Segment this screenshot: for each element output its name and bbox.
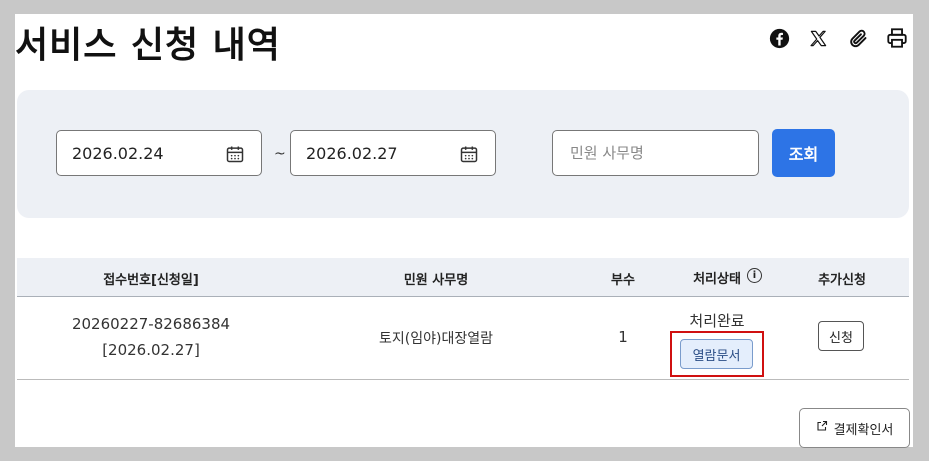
service-name-field[interactable] [552,130,759,176]
x-icon [807,27,829,49]
x-share-button[interactable] [807,26,829,50]
print-icon [886,27,908,49]
table-header: 접수번호[신청일] 민원 사무명 부수 처리상태 i 추가신청 [17,258,909,297]
page: 서비스 신청 내역 2026.02.24 ~ 2026.02.27 민원 사무명… [15,14,913,448]
search-filter-panel: 2026.02.24 ~ 2026.02.27 조회 [17,90,909,218]
service-name: 토지(임야)대장열람 [379,331,493,347]
external-link-icon [816,420,828,436]
page-title: 서비스 신청 내역 [15,25,281,66]
attachment-icon [847,27,869,49]
applied-date: [2026.02.27] [102,341,200,359]
status-value: 처리완료 [689,312,745,330]
search-button[interactable]: 조회 [772,129,835,177]
application-table: 접수번호[신청일] 민원 사무명 부수 처리상태 i 추가신청 20260227-… [17,258,909,380]
payment-confirmation-label: 결제확인서 [833,422,894,438]
header-extra: 추가신청 [818,273,866,288]
attachment-button[interactable] [847,26,869,50]
service-name-input[interactable] [568,143,743,163]
facebook-button[interactable] [768,26,790,50]
date-separator: ~ [274,146,286,162]
highlight-box [670,331,764,377]
end-date-value: 2026.02.27 [306,143,398,163]
table-row: 20260227-82686384 [2026.02.27] 토지(임야)대장열… [17,297,909,380]
header-receipt: 접수번호[신청일] [103,273,199,288]
header-status-label: 처리상태 [693,272,741,287]
additional-apply-button[interactable]: 신청 [818,321,864,351]
calendar-icon[interactable] [459,144,479,168]
start-date-field[interactable]: 2026.02.24 [56,130,262,176]
info-icon: i [746,268,762,283]
copies-value: 1 [618,328,628,346]
header-service: 민원 사무명 [403,273,469,288]
header-copies: 부수 [611,273,635,288]
end-date-field[interactable]: 2026.02.27 [290,130,496,176]
start-date-value: 2026.02.24 [72,143,164,163]
payment-confirmation-button[interactable]: 결제확인서 [799,408,910,448]
facebook-icon [768,27,790,49]
receipt-number: 20260227-82686384 [71,315,231,333]
header-status: 처리상태 i [659,268,775,287]
calendar-icon[interactable] [225,144,245,168]
print-button[interactable] [886,26,908,50]
